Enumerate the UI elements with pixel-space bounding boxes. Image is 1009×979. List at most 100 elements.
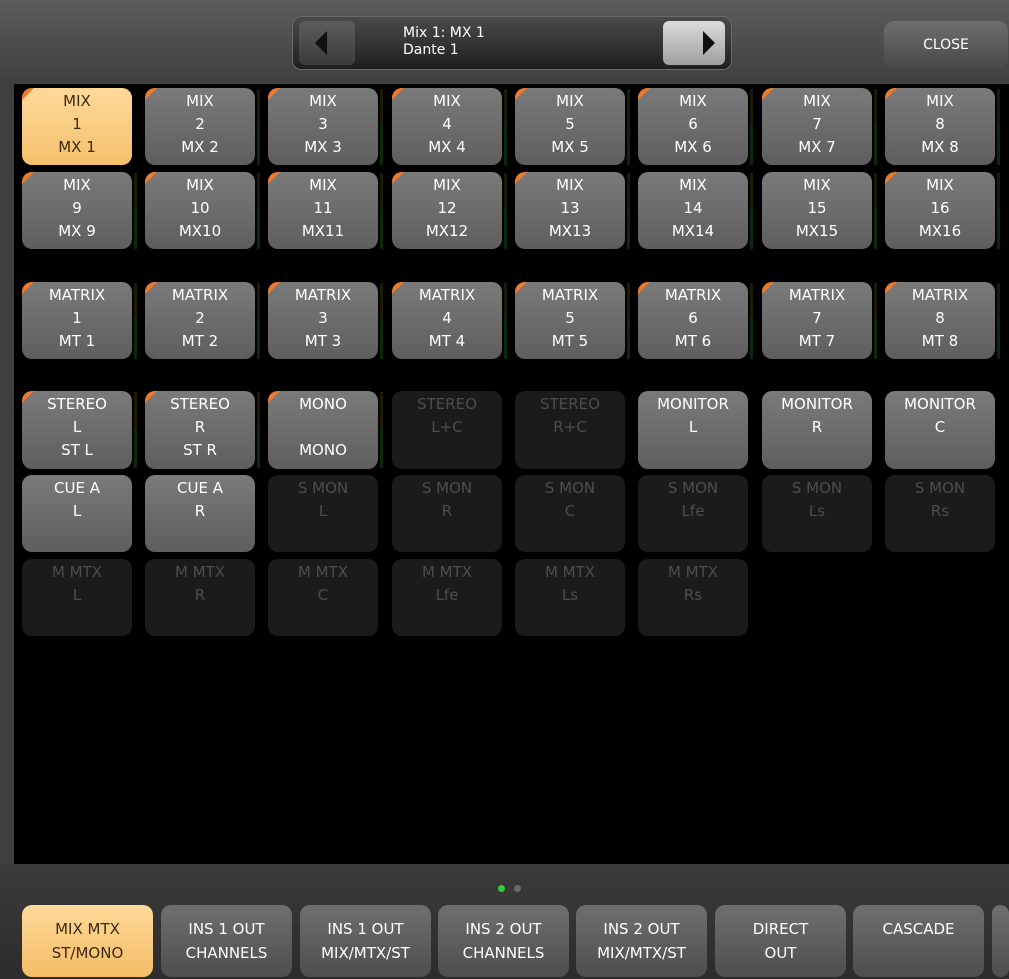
port-button[interactable]: MIX 13 MX13 bbox=[515, 172, 625, 249]
port-button[interactable]: M MTX R bbox=[145, 559, 255, 636]
port-label-line-3 bbox=[268, 607, 378, 630]
port-button[interactable]: MATRIX 2 MT 2 bbox=[145, 282, 255, 359]
port-label-line-2: 8 bbox=[935, 115, 945, 133]
page-dot[interactable] bbox=[514, 885, 521, 892]
port-label-line-2: 8 bbox=[935, 309, 945, 327]
port-button[interactable]: MIX 1 MX 1 bbox=[22, 88, 132, 165]
port-label-line-2: C bbox=[934, 418, 946, 436]
port-button[interactable]: MIX 2 MX 2 bbox=[145, 88, 255, 165]
page-dot[interactable] bbox=[498, 885, 505, 892]
port-button[interactable]: STEREO R+C bbox=[515, 391, 625, 469]
level-meter bbox=[874, 173, 877, 249]
port-button[interactable]: M MTX Rs bbox=[638, 559, 748, 636]
chevron-right-icon bbox=[703, 31, 715, 55]
port-button[interactable]: MONITOR L bbox=[638, 391, 748, 469]
port-button[interactable]: MIX 8 MX 8 bbox=[885, 88, 995, 165]
tab-button[interactable]: INS 1 OUT CHANNELS bbox=[161, 905, 292, 977]
previous-button[interactable] bbox=[299, 21, 355, 65]
tab-button[interactable] bbox=[992, 905, 1009, 977]
port-button[interactable]: S MON R bbox=[392, 475, 502, 552]
patched-marker-icon bbox=[268, 282, 280, 294]
port-label-line-1: MATRIX bbox=[294, 286, 352, 304]
port-label-line-3 bbox=[392, 439, 502, 462]
level-meter bbox=[750, 173, 753, 249]
tab-button[interactable]: INS 2 OUT MIX/MTX/ST bbox=[576, 905, 707, 977]
port-button[interactable]: S MON C bbox=[515, 475, 625, 552]
port-button[interactable]: MATRIX 4 MT 4 bbox=[392, 282, 502, 359]
port-button[interactable]: MATRIX 7 MT 7 bbox=[762, 282, 872, 359]
port-button[interactable]: STEREO L+C bbox=[392, 391, 502, 469]
port-button[interactable]: M MTX Ls bbox=[515, 559, 625, 636]
port-label-line-2: Ls bbox=[561, 586, 579, 604]
patched-marker-icon bbox=[145, 282, 157, 294]
port-button[interactable]: M MTX L bbox=[22, 559, 132, 636]
tab-label-line-1: MIX MTX bbox=[55, 920, 120, 938]
port-button[interactable]: MATRIX 5 MT 5 bbox=[515, 282, 625, 359]
port-label-line-1: CUE A bbox=[177, 479, 223, 497]
port-label-line-2: 14 bbox=[683, 199, 703, 217]
tab-button[interactable]: INS 1 OUT MIX/MTX/ST bbox=[300, 905, 431, 977]
port-label-line-2: R bbox=[194, 418, 206, 436]
port-button[interactable]: MONO MONO bbox=[268, 391, 378, 469]
port-label-line-2: 7 bbox=[812, 309, 822, 327]
port-label-line-3: MX16 bbox=[918, 222, 962, 240]
port-label-line-2: R bbox=[811, 418, 823, 436]
port-button[interactable]: MIX 9 MX 9 bbox=[22, 172, 132, 249]
port-button[interactable]: S MON L bbox=[268, 475, 378, 552]
port-label-line-2: R bbox=[194, 586, 206, 604]
selector-line-2: Dante 1 bbox=[403, 42, 459, 58]
port-button[interactable]: MIX 10 MX10 bbox=[145, 172, 255, 249]
port-button[interactable]: M MTX C bbox=[268, 559, 378, 636]
port-label-line-1: MATRIX bbox=[911, 286, 969, 304]
tab-button[interactable]: CASCADE bbox=[853, 905, 984, 977]
port-label-line-2: L bbox=[688, 418, 698, 436]
port-label-line-2: 2 bbox=[195, 115, 205, 133]
port-button[interactable]: S MON Ls bbox=[762, 475, 872, 552]
tab-button[interactable]: INS 2 OUT CHANNELS bbox=[438, 905, 569, 977]
port-button[interactable]: MATRIX 8 MT 8 bbox=[885, 282, 995, 359]
port-button[interactable]: MONITOR R bbox=[762, 391, 872, 469]
port-button[interactable]: STEREO R ST R bbox=[145, 391, 255, 469]
port-label-line-2: 4 bbox=[442, 115, 452, 133]
patched-marker-icon bbox=[885, 88, 897, 100]
port-button[interactable]: MATRIX 1 MT 1 bbox=[22, 282, 132, 359]
port-label-line-1: M MTX bbox=[421, 563, 473, 581]
port-button[interactable]: MIX 11 MX11 bbox=[268, 172, 378, 249]
port-label-line-3: MX 4 bbox=[428, 138, 466, 156]
port-button[interactable]: MIX 14 MX14 bbox=[638, 172, 748, 249]
level-meter bbox=[874, 89, 877, 165]
port-button[interactable]: MATRIX 3 MT 3 bbox=[268, 282, 378, 359]
port-button[interactable]: S MON Lfe bbox=[638, 475, 748, 552]
port-label-line-3: MT 1 bbox=[58, 332, 96, 350]
port-button[interactable]: MIX 4 MX 4 bbox=[392, 88, 502, 165]
close-button[interactable]: CLOSE bbox=[884, 21, 1008, 69]
port-label-line-2: 6 bbox=[688, 115, 698, 133]
port-label-line-1: MIX bbox=[309, 92, 337, 110]
port-label-line-3: MT 8 bbox=[921, 332, 959, 350]
port-button[interactable]: S MON Rs bbox=[885, 475, 995, 552]
port-button[interactable]: MIX 7 MX 7 bbox=[762, 88, 872, 165]
level-meter bbox=[504, 89, 507, 165]
port-label-line-2: Rs bbox=[930, 502, 950, 520]
port-label-line-3 bbox=[22, 523, 132, 546]
port-button[interactable]: MATRIX 6 MT 6 bbox=[638, 282, 748, 359]
port-label-line-1: MIX bbox=[679, 92, 707, 110]
port-button[interactable]: MIX 6 MX 6 bbox=[638, 88, 748, 165]
port-button[interactable]: MIX 12 MX12 bbox=[392, 172, 502, 249]
port-label-line-3: MX13 bbox=[548, 222, 592, 240]
port-button[interactable]: CUE A R bbox=[145, 475, 255, 552]
port-button[interactable]: STEREO L ST L bbox=[22, 391, 132, 469]
port-label-line-2: 3 bbox=[318, 309, 328, 327]
port-label-line-1: MATRIX bbox=[171, 286, 229, 304]
port-button[interactable]: MIX 16 MX16 bbox=[885, 172, 995, 249]
port-button[interactable]: M MTX Lfe bbox=[392, 559, 502, 636]
port-button[interactable]: MIX 15 MX15 bbox=[762, 172, 872, 249]
port-label-line-3: MX15 bbox=[795, 222, 839, 240]
port-button[interactable]: MIX 5 MX 5 bbox=[515, 88, 625, 165]
port-button[interactable]: MONITOR C bbox=[885, 391, 995, 469]
port-button[interactable]: MIX 3 MX 3 bbox=[268, 88, 378, 165]
tab-button[interactable]: DIRECT OUT bbox=[715, 905, 846, 977]
next-button[interactable] bbox=[663, 21, 725, 65]
port-button[interactable]: CUE A L bbox=[22, 475, 132, 552]
tab-button[interactable]: MIX MTX ST/MONO bbox=[22, 905, 153, 977]
